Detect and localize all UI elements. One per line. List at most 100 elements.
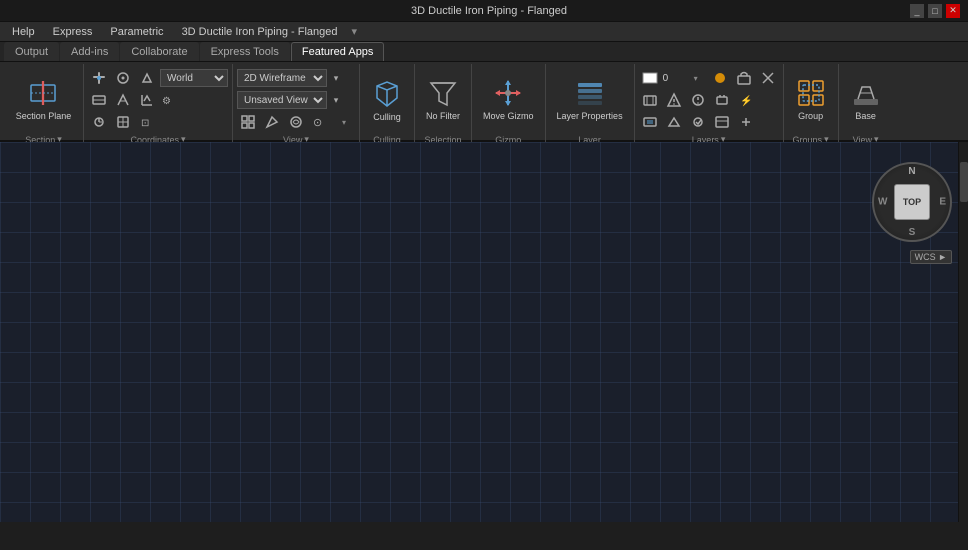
layer-btn10[interactable]: [663, 112, 685, 132]
ribbon-content: Section Plane Section ▾: [0, 62, 968, 149]
menu-expand-icon[interactable]: ▾: [351, 25, 357, 38]
coord-btn9[interactable]: [112, 112, 134, 132]
view-row3: ⊙ ▾: [237, 112, 355, 132]
view-dropdown[interactable]: Unsaved View: [237, 91, 327, 109]
layer-color-number: 0: [663, 73, 683, 84]
svg-text:⚙: ⚙: [162, 96, 171, 107]
coord-btn4[interactable]: [88, 90, 110, 110]
coord-btn2[interactable]: [112, 68, 134, 88]
compass-widget[interactable]: N S E W TOP: [872, 162, 952, 242]
canvas-area: N S E W TOP WCS ►: [0, 142, 968, 522]
tab-express-tools[interactable]: Express Tools: [200, 42, 290, 61]
layer-btn12[interactable]: [711, 112, 733, 132]
compass-west: W: [878, 197, 887, 208]
layers-row2: ⚡: [639, 90, 779, 110]
view-btn2[interactable]: [261, 112, 283, 132]
minimize-button[interactable]: _: [910, 4, 924, 18]
coord-btn7[interactable]: ⚙: [160, 90, 176, 110]
compass-east: E: [939, 197, 946, 208]
section-plane-icon: [27, 77, 59, 109]
tab-addins[interactable]: Add-ins: [60, 42, 119, 61]
group-button[interactable]: Group: [788, 67, 834, 131]
coord-btn3[interactable]: [136, 68, 158, 88]
layer-btn11[interactable]: [687, 112, 709, 132]
layer-btn-expand[interactable]: ▾: [685, 68, 707, 88]
move-gizmo-group: Move Gizmo Gizmo: [472, 64, 546, 147]
tab-output[interactable]: Output: [4, 42, 59, 61]
menu-express[interactable]: Express: [45, 22, 101, 41]
layers-row3: [639, 112, 779, 132]
layer-btn1[interactable]: [709, 68, 731, 88]
view-arrow-btn[interactable]: ▾: [329, 90, 343, 110]
no-filter-icon: [427, 77, 459, 109]
layer-properties-group: Layer Properties Layer: [546, 64, 635, 147]
move-gizmo-button[interactable]: Move Gizmo: [476, 68, 541, 132]
view-expand-btn[interactable]: ▾: [333, 112, 355, 132]
group-icon: [795, 77, 827, 109]
view-btn1[interactable]: [237, 112, 259, 132]
compass-ring: N S E W TOP: [872, 162, 952, 242]
layer-properties-button[interactable]: Layer Properties: [550, 68, 630, 132]
coordinates-group: World ⚙: [84, 64, 233, 147]
view-row1: 2D Wireframe ▾: [237, 68, 355, 88]
coord-btn8[interactable]: [88, 112, 110, 132]
move-gizmo-icon: [492, 77, 524, 109]
menu-parametric[interactable]: Parametric: [102, 22, 171, 41]
menu-app-title[interactable]: 3D Ductile Iron Piping - Flanged: [174, 22, 346, 41]
tab-collaborate[interactable]: Collaborate: [120, 42, 198, 61]
wcs-label: WCS ►: [915, 252, 947, 262]
base-icon: [850, 77, 882, 109]
layer-btn4[interactable]: [639, 90, 661, 110]
render-dropdown[interactable]: 2D Wireframe: [237, 69, 327, 87]
base-group: Base View ▾: [839, 64, 893, 147]
maximize-button[interactable]: □: [928, 4, 942, 18]
svg-text:⊙: ⊙: [313, 117, 322, 129]
world-dropdown[interactable]: World: [160, 69, 228, 87]
no-filter-label: No Filter: [426, 111, 460, 122]
wcs-badge[interactable]: WCS ►: [910, 250, 952, 264]
layer-btn13[interactable]: [735, 112, 757, 132]
compass-north: N: [908, 166, 915, 177]
tab-featured-apps[interactable]: Featured Apps: [291, 42, 385, 61]
base-button[interactable]: Base: [843, 67, 889, 131]
layers-row1: 0 ▾: [639, 68, 779, 88]
section-plane-label: Section Plane: [16, 111, 72, 122]
coord-btn10[interactable]: ⊡: [136, 112, 158, 132]
view-btn3[interactable]: [285, 112, 307, 132]
scrollbar-thumb[interactable]: [960, 162, 968, 202]
layer-btn9[interactable]: [639, 112, 661, 132]
compass-center[interactable]: TOP: [894, 184, 930, 220]
title-bar: 3D Ductile Iron Piping - Flanged _ □ ✕: [0, 0, 968, 22]
scrollbar-right[interactable]: [958, 142, 968, 522]
culling-label: Culling: [373, 112, 401, 122]
view-group: 2D Wireframe ▾ Unsaved View ▾: [233, 64, 360, 147]
layer-btn3[interactable]: [757, 68, 779, 88]
coord-btn5[interactable]: [112, 90, 134, 110]
coord-btn6[interactable]: [136, 90, 158, 110]
layer-btn8[interactable]: ⚡: [735, 90, 757, 110]
title-bar-title: 3D Ductile Iron Piping - Flanged: [68, 5, 910, 17]
layer-color-swatch[interactable]: [639, 68, 661, 88]
culling-icon: [371, 78, 403, 110]
close-button[interactable]: ✕: [946, 4, 960, 18]
coord-row2: ⚙: [88, 90, 228, 110]
layer-btn5[interactable]: [663, 90, 685, 110]
title-bar-controls: _ □ ✕: [910, 4, 960, 18]
coord-row1: World: [88, 68, 228, 88]
layer-properties-label: Layer Properties: [557, 111, 623, 122]
menu-help[interactable]: Help: [4, 22, 43, 41]
svg-text:⚡: ⚡: [740, 94, 752, 107]
section-plane-button[interactable]: Section Plane: [9, 67, 79, 131]
view-btn4[interactable]: ⊙: [309, 112, 331, 132]
culling-button[interactable]: Culling: [364, 68, 410, 132]
culling-group: Culling Culling: [360, 64, 415, 147]
ribbon-tabs: Output Add-ins Collaborate Express Tools…: [0, 42, 968, 62]
render-arrow-btn[interactable]: ▾: [329, 68, 343, 88]
coord-btn1[interactable]: [88, 68, 110, 88]
layer-btn2[interactable]: [733, 68, 755, 88]
no-filter-button[interactable]: No Filter: [419, 68, 467, 132]
layer-btn7[interactable]: [711, 90, 733, 110]
layer-btn6[interactable]: [687, 90, 709, 110]
compass-south: S: [909, 227, 916, 238]
move-gizmo-label: Move Gizmo: [483, 111, 534, 122]
